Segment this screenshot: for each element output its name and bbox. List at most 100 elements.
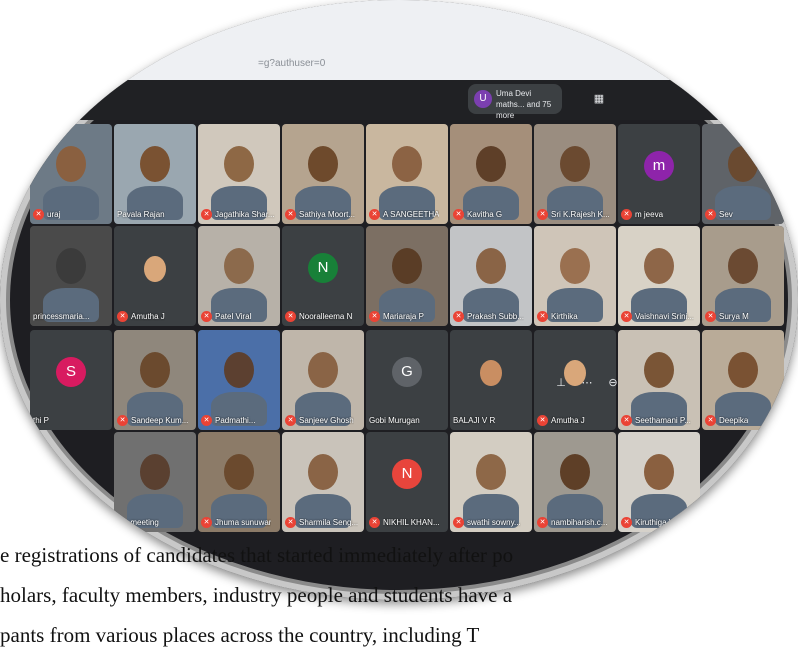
participant-face xyxy=(644,454,674,490)
participant-name: thi P xyxy=(33,416,50,425)
participant-tile[interactable]: ✕ Surya M xyxy=(702,226,784,326)
mic-off-icon: ✕ xyxy=(621,415,632,426)
participant-tile[interactable]: Sthi P xyxy=(30,330,112,430)
participant-label: Pavala Rajan xyxy=(117,208,194,221)
participant-label: ✕ Jhuma sunuwar xyxy=(201,516,278,529)
participant-tile[interactable]: ✕ Jagathika Shar... xyxy=(198,124,280,224)
participant-face xyxy=(308,352,338,388)
meeting-screenshot-photo: =g?authuser=0 U Uma Devi maths... and 75… xyxy=(0,0,798,600)
participant-label: Gobi Murugan xyxy=(369,414,446,427)
participant-tile[interactable]: ✕ Prakash Subb... xyxy=(450,226,532,326)
remove-icon[interactable]: ⊖ xyxy=(604,374,622,392)
participants-chip[interactable]: U Uma Devi maths... and 75 more xyxy=(468,84,562,120)
participant-tile[interactable]: m ✕ m jeeva xyxy=(618,124,700,224)
participant-name: Kirthika xyxy=(551,312,578,321)
participant-name: Kiruthiga Vi... xyxy=(635,518,683,527)
participant-tile[interactable]: ✕ uraj xyxy=(30,124,112,224)
mic-off-icon: ✕ xyxy=(285,517,296,528)
mic-off-icon: ✕ xyxy=(621,517,632,528)
participant-name: Patel Viral xyxy=(215,312,252,321)
pin-icon[interactable]: ⊥ xyxy=(552,374,570,392)
participant-tile[interactable]: ✕ nambiharish.c... xyxy=(534,432,616,532)
mic-off-icon: ✕ xyxy=(117,415,128,426)
participant-label: ✕ Sharmila Seng... xyxy=(285,516,362,529)
participant-label: ✕ Sri K.Rajesh K... xyxy=(537,208,614,221)
participant-name: Surya M xyxy=(719,312,749,321)
participant-face xyxy=(224,248,254,284)
participant-tile[interactable]: ✕ Kavitha G xyxy=(450,124,532,224)
participant-label: ✕ A SANGEETHA xyxy=(369,208,446,221)
participant-tile[interactable]: ✕ Deepika xyxy=(702,330,784,430)
mic-off-icon: ✕ xyxy=(537,209,548,220)
participant-label: ✕ Surya M xyxy=(705,310,782,323)
participant-label: ✕ NIKHIL KHAN... xyxy=(369,516,446,529)
participant-tile[interactable]: ✕ Padmathi... xyxy=(198,330,280,430)
participant-tile[interactable]: the meeting xyxy=(114,432,196,532)
participant-tile[interactable]: ✕ Kiruthiga Vi... xyxy=(618,432,700,532)
participant-label: thi P xyxy=(33,414,110,427)
participant-face xyxy=(644,352,674,388)
participant-tile[interactable]: ✕ Seethamani P... xyxy=(618,330,700,430)
participant-tile[interactable]: ✕ Sandeep Kum... xyxy=(114,330,196,430)
participant-face xyxy=(224,146,254,182)
more-icon[interactable]: ⋯ xyxy=(578,374,596,392)
participant-tile[interactable]: ✕ Mariaraja P xyxy=(366,226,448,326)
participant-tile[interactable]: N ✕ NIKHIL KHAN... xyxy=(366,432,448,532)
participants-summary: Uma Devi maths... and 75 more xyxy=(496,89,552,120)
participant-face xyxy=(560,454,590,490)
document-line: holars, faculty members, industry people… xyxy=(0,583,513,607)
participant-label: ✕ Sev xyxy=(705,208,782,221)
participant-tile[interactable]: ✕ Sev xyxy=(702,124,784,224)
participant-name: m jeeva xyxy=(635,210,664,219)
participant-face xyxy=(392,248,422,284)
participant-tile[interactable]: ✕ Sri K.Rajesh K... xyxy=(534,124,616,224)
participant-label: BALAJI V R xyxy=(453,414,530,427)
participant-label: ✕ Kiruthiga Vi... xyxy=(621,516,698,529)
participant-tile[interactable]: ✕ Jhuma sunuwar xyxy=(198,432,280,532)
participant-tile[interactable]: ✕ A SANGEETHA xyxy=(366,124,448,224)
participant-tile[interactable]: N ✕ Nooralleema N xyxy=(282,226,364,326)
url-text: =g?authuser=0 xyxy=(258,58,326,69)
participant-tile[interactable]: ✕ Sanjeev Ghosh xyxy=(282,330,364,430)
browser-address-bar[interactable]: =g?authuser=0 xyxy=(0,0,798,80)
participant-tile[interactable]: ✕ Kirthika xyxy=(534,226,616,326)
mic-off-icon: ✕ xyxy=(369,311,380,322)
participant-face xyxy=(560,248,590,284)
participant-name: swathi sowny... xyxy=(467,518,521,527)
participant-label: the meeting xyxy=(117,516,194,529)
participant-name: Sathiya Moort... xyxy=(299,210,356,219)
participant-name: Prakash Subb... xyxy=(467,312,524,321)
participant-name: uraj xyxy=(47,210,61,219)
participant-initial-avatar: S xyxy=(56,357,86,387)
participant-name: Sanjeev Ghosh xyxy=(299,416,354,425)
participant-label: ✕ Amutha J xyxy=(537,414,614,427)
mic-off-icon: ✕ xyxy=(453,311,464,322)
mic-off-icon: ✕ xyxy=(201,415,212,426)
participant-face xyxy=(144,256,166,283)
participant-tile[interactable]: ✕ Vaishnavi Srini... xyxy=(618,226,700,326)
mic-off-icon: ✕ xyxy=(117,311,128,322)
mic-off-icon: ✕ xyxy=(621,209,632,220)
mic-off-icon: ✕ xyxy=(201,209,212,220)
participant-face xyxy=(476,248,506,284)
mic-off-icon: ✕ xyxy=(201,517,212,528)
participant-tile[interactable]: BALAJI V R xyxy=(450,330,532,430)
mic-off-icon: ✕ xyxy=(705,209,716,220)
layout-grid-icon[interactable]: ▦ xyxy=(588,88,610,110)
mic-off-icon: ✕ xyxy=(369,517,380,528)
participant-tile[interactable]: ✕ Amutha J xyxy=(114,226,196,326)
participant-tile[interactable]: princessmaria... xyxy=(30,226,112,326)
participant-tile[interactable]: ✕ Sharmila Seng... xyxy=(282,432,364,532)
participant-name: Deepika xyxy=(719,416,749,425)
mic-off-icon: ✕ xyxy=(285,209,296,220)
participant-tile[interactable]: ✕ Patel Viral xyxy=(198,226,280,326)
participant-tile[interactable]: ✕ Sathiya Moort... xyxy=(282,124,364,224)
participant-face xyxy=(480,360,502,387)
participant-label: princessmaria... xyxy=(33,310,110,323)
participant-tile[interactable]: G Gobi Murugan xyxy=(366,330,448,430)
participant-tile[interactable]: Pavala Rajan xyxy=(114,124,196,224)
participant-label: ✕ Nooralleema N xyxy=(285,310,362,323)
meet-top-bar xyxy=(0,80,798,120)
participant-tile[interactable]: ✕ swathi sowny... xyxy=(450,432,532,532)
participant-name: Seethamani P... xyxy=(635,416,691,425)
